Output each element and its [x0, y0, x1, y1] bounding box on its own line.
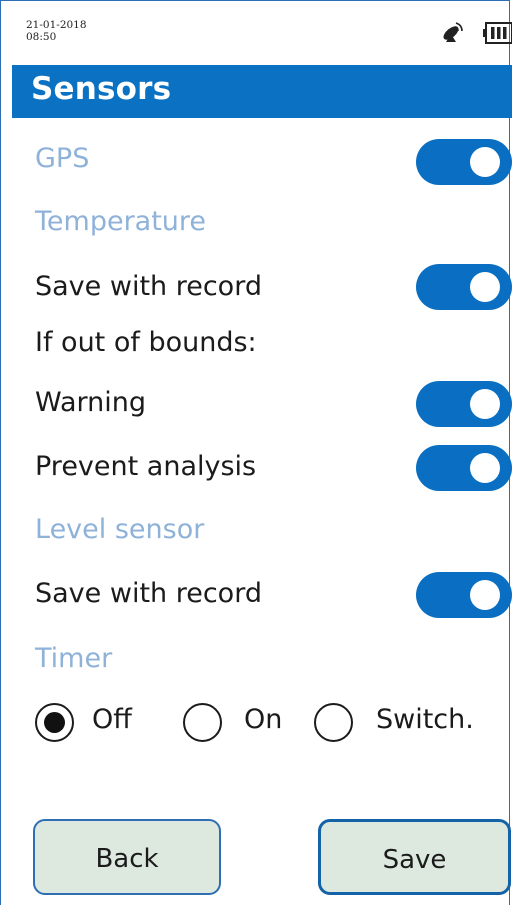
gps-label: GPS	[35, 143, 90, 174]
gps-toggle[interactable]	[416, 139, 512, 185]
temperature-section: Temperature	[35, 202, 512, 254]
out-of-bounds-row: If out of bounds:	[35, 323, 512, 375]
temperature-save-toggle[interactable]	[416, 264, 512, 310]
out-of-bounds-label: If out of bounds:	[35, 327, 257, 358]
satellite-signal-icon	[443, 22, 463, 42]
back-button[interactable]: Back	[33, 819, 221, 895]
timer-radio-on[interactable]: On	[183, 700, 293, 750]
timer-section-title: Timer	[35, 643, 113, 674]
status-bar: 21-01-2018 08:50	[0, 0, 512, 64]
timer-radio-group: Off On Switch.	[0, 700, 512, 750]
timer-radio-switch-label: Switch.	[376, 704, 474, 735]
status-date: 21-01-2018	[26, 19, 87, 31]
page-header: Sensors	[12, 65, 512, 118]
timer-radio-off-label: Off	[92, 704, 132, 735]
warning-label: Warning	[35, 387, 147, 418]
timer-section: Timer	[35, 635, 512, 687]
timer-radio-switch[interactable]: Switch.	[314, 700, 504, 750]
level-save-label: Save with record	[35, 578, 262, 609]
radio-dot	[44, 712, 65, 733]
status-datetime: 21-01-2018 08:50	[26, 19, 87, 43]
toggle-knob	[470, 389, 500, 419]
prevent-analysis-label: Prevent analysis	[35, 451, 257, 482]
timer-radio-on-label: On	[244, 704, 283, 735]
radio-circle	[35, 703, 74, 742]
temperature-section-title: Temperature	[35, 206, 207, 237]
save-button[interactable]: Save	[318, 819, 511, 895]
status-time: 08:50	[26, 31, 57, 43]
timer-radio-off[interactable]: Off	[35, 700, 145, 750]
toggle-knob	[470, 272, 500, 302]
toggle-knob	[470, 147, 500, 177]
toggle-knob	[470, 580, 500, 610]
prevent-analysis-toggle[interactable]	[416, 445, 512, 491]
radio-circle	[314, 703, 353, 742]
warning-toggle[interactable]	[416, 381, 512, 427]
toggle-knob	[470, 453, 500, 483]
radio-circle	[183, 703, 222, 742]
level-sensor-section: Level sensor	[35, 510, 512, 562]
temperature-save-label: Save with record	[35, 271, 262, 302]
battery-icon	[483, 22, 512, 44]
level-sensor-section-title: Level sensor	[35, 514, 205, 545]
page-title: Sensors	[31, 71, 172, 107]
level-save-toggle[interactable]	[416, 572, 512, 618]
